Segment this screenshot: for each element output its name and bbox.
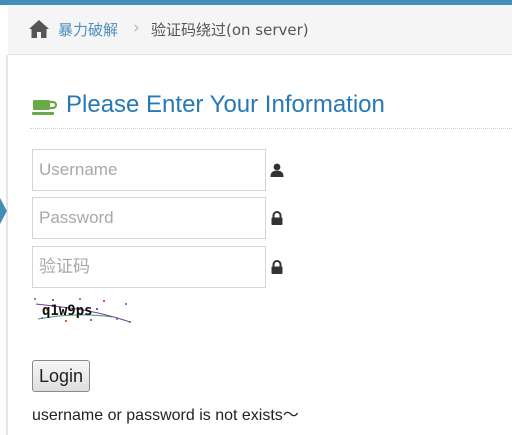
page-title: Please Enter Your Information bbox=[66, 91, 385, 118]
page-header: Please Enter Your Information bbox=[30, 90, 512, 129]
login-button[interactable]: Login bbox=[32, 360, 90, 392]
lock-icon bbox=[271, 211, 283, 225]
sidebar-collapse-arrow-icon[interactable] bbox=[0, 198, 7, 224]
breadcrumb: 暴力破解 › 验证码绕过(on server) bbox=[8, 5, 512, 55]
lock-icon bbox=[271, 260, 283, 274]
captcha-input[interactable] bbox=[32, 246, 266, 288]
breadcrumb-link-brute-force[interactable]: 暴力破解 bbox=[58, 19, 118, 40]
error-message: username or password is not exists～ bbox=[32, 407, 299, 424]
captcha-image[interactable]: q1w9ps bbox=[32, 295, 134, 325]
sidebar-edge bbox=[6, 55, 8, 435]
captcha-text: q1w9ps bbox=[42, 303, 93, 319]
coffee-cup-icon bbox=[32, 100, 58, 115]
breadcrumb-current: 验证码绕过(on server) bbox=[151, 21, 309, 39]
username-input[interactable] bbox=[32, 149, 266, 191]
home-icon[interactable] bbox=[28, 19, 50, 39]
user-icon bbox=[270, 163, 284, 177]
password-input[interactable] bbox=[32, 197, 266, 239]
breadcrumb-separator-icon: › bbox=[133, 18, 140, 38]
